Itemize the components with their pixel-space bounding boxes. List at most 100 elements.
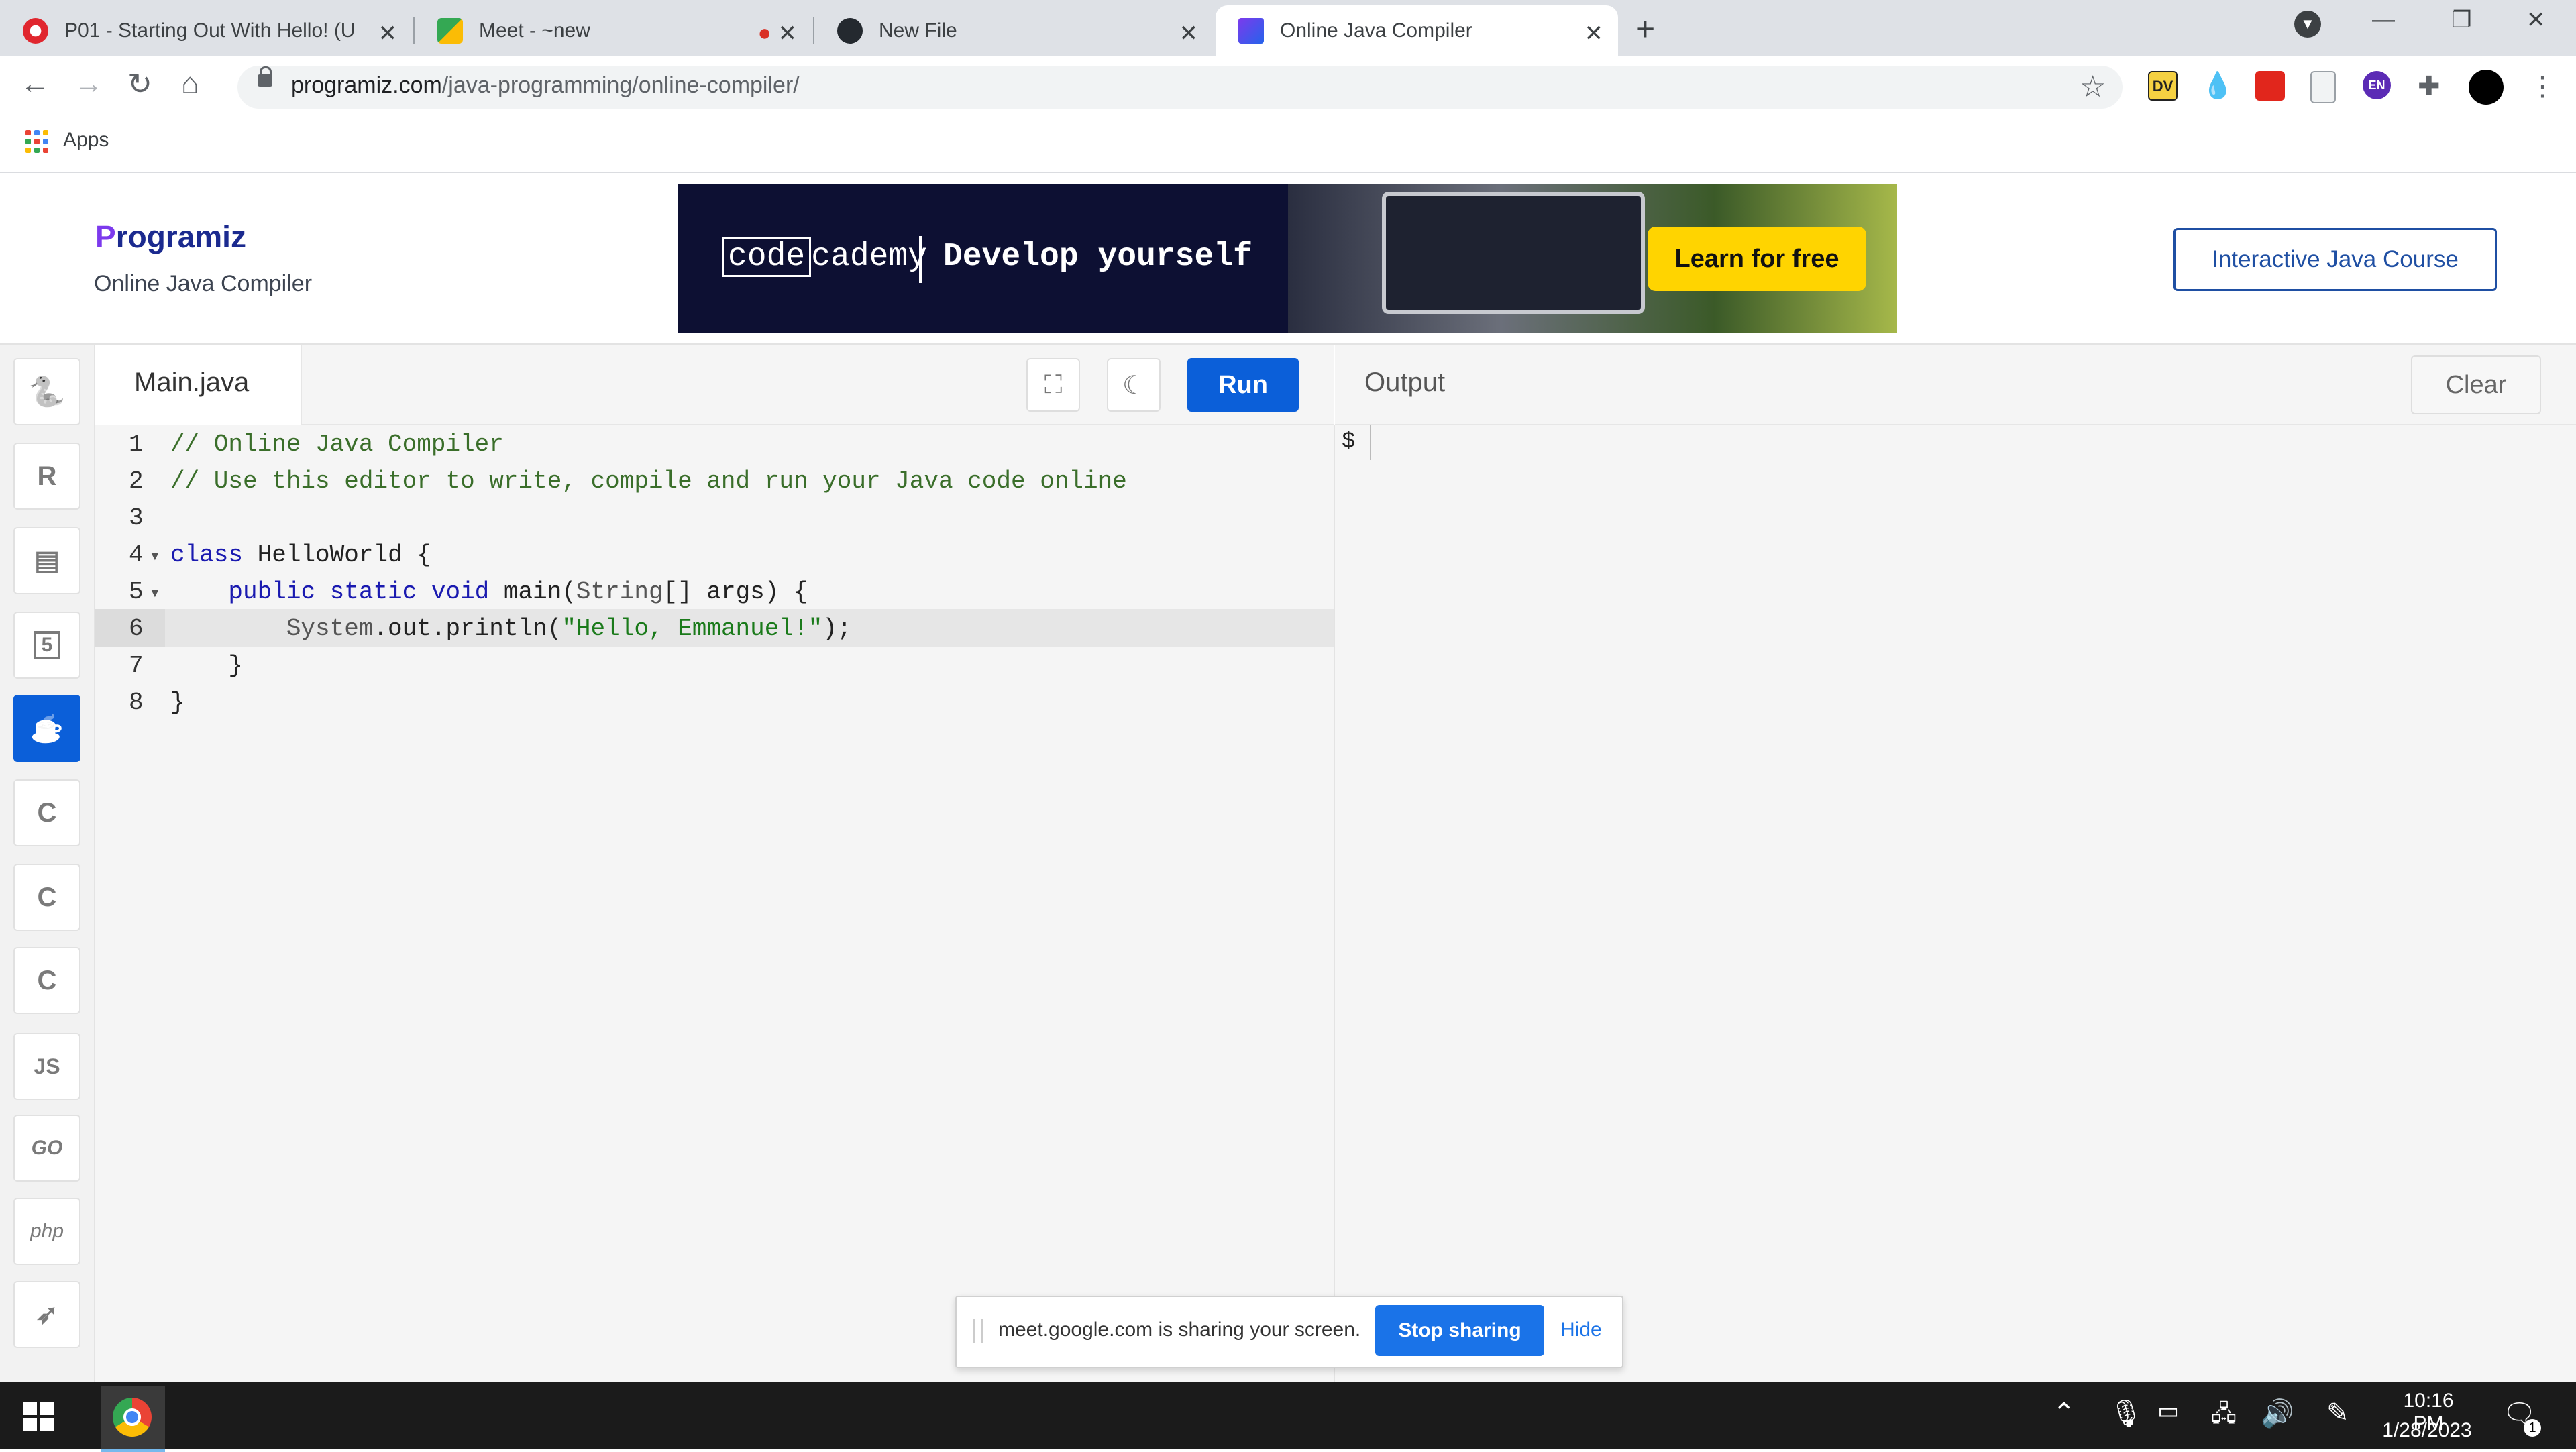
code-token: );	[822, 615, 852, 643]
tab-coursera[interactable]: P01 - Starting Out With Hello! (U ✕	[0, 5, 412, 56]
interactive-course-button[interactable]: Interactive Java Course	[2174, 228, 2497, 291]
new-tab-icon[interactable]: +	[1635, 9, 1655, 48]
url-text[interactable]: programiz.com/java-programming/online-co…	[291, 72, 800, 99]
tab-title: New File	[879, 19, 957, 42]
tab-title: Meet - ~new	[479, 19, 590, 42]
code-token: [] args) {	[663, 578, 808, 606]
clear-button[interactable]: Clear	[2411, 355, 2541, 414]
fullscreen-button[interactable]: ⛶	[1026, 358, 1080, 412]
lang-c[interactable]: C	[13, 779, 80, 846]
home-icon[interactable]: ⌂	[181, 67, 199, 101]
close-tab-icon[interactable]: ✕	[778, 20, 798, 47]
tab-github[interactable]: New File ✕	[814, 5, 1213, 56]
extensions-puzzle-icon[interactable]: ✚	[2418, 71, 2447, 101]
logo-letter: P	[95, 219, 116, 254]
code-token: .out.println(	[373, 615, 562, 643]
console-prompt: $	[1342, 429, 1356, 455]
back-icon[interactable]: ←	[20, 67, 50, 101]
run-button[interactable]: Run	[1187, 358, 1299, 412]
battery-icon[interactable]: ▭	[2157, 1398, 2179, 1425]
close-window-icon[interactable]: ✕	[2526, 7, 2546, 34]
code-line[interactable]: System.out.println("Hello, Emmanuel!");	[170, 615, 852, 643]
ad-cta-button[interactable]: Learn for free	[1648, 227, 1866, 291]
close-tab-icon[interactable]: ✕	[1179, 20, 1199, 47]
pen-icon[interactable]: ✎	[2326, 1398, 2349, 1429]
close-tab-icon[interactable]: ✕	[1585, 20, 1604, 47]
dark-mode-button[interactable]: ☾	[1107, 358, 1161, 412]
github-icon	[837, 18, 863, 44]
extension-drop-icon[interactable]: 💧	[2202, 71, 2233, 101]
lang-r[interactable]: R	[13, 443, 80, 510]
extension-dv-icon[interactable]: DV	[2148, 71, 2178, 101]
tab-meet[interactable]: Meet - ~new ● ✕	[415, 5, 812, 56]
lang-python[interactable]: 🐍	[13, 358, 80, 425]
tab-online-java-compiler[interactable]: Online Java Compiler ✕	[1216, 5, 1618, 56]
ad-divider	[919, 236, 922, 283]
moon-icon: ☾	[1122, 371, 1146, 400]
fullscreen-icon: ⛶	[1044, 370, 1063, 399]
fold-arrow-icon[interactable]: ▼	[149, 549, 161, 563]
forward-icon[interactable]: →	[74, 67, 103, 101]
code-token: class	[170, 541, 244, 569]
output-header	[1335, 345, 2576, 425]
extension-mendeley-icon[interactable]	[2255, 71, 2285, 101]
lang-html[interactable]: 5	[13, 612, 80, 679]
lang-sql[interactable]: ▤	[13, 527, 80, 594]
file-tab-label: Main.java	[134, 368, 250, 397]
code-line[interactable]: }	[170, 689, 185, 716]
microphone-icon[interactable]: 🎙	[2109, 1398, 2143, 1429]
line-number: 8	[129, 689, 144, 716]
tab-title: Online Java Compiler	[1280, 19, 1472, 42]
minimize-icon[interactable]: —	[2372, 7, 2395, 33]
code-line[interactable]: }	[170, 652, 243, 679]
code-line[interactable]: // Use this editor to write, compile and…	[170, 467, 1127, 495]
code-token: // Use this editor to write, compile and…	[170, 467, 1127, 495]
sharing-message: meet.google.com is sharing your screen.	[998, 1319, 1361, 1341]
apps-bookmark[interactable]: Apps	[63, 129, 109, 152]
ad-tagline: Develop yourself	[943, 239, 1252, 275]
code-token: String	[576, 578, 663, 606]
code-line[interactable]: class HelloWorld {	[170, 541, 431, 569]
ad-logo-cademy: cademy	[811, 239, 928, 275]
apps-grid-icon[interactable]	[25, 130, 50, 154]
lang-csharp[interactable]: C	[13, 947, 80, 1014]
volume-icon[interactable]: 🔊	[2261, 1398, 2294, 1429]
notification-count-badge: 1	[2524, 1419, 2541, 1437]
network-icon[interactable]: 🖧	[2211, 1398, 2237, 1436]
show-hidden-icons-icon[interactable]: ⌃	[2053, 1398, 2076, 1429]
lang-java[interactable]: ☕	[13, 695, 80, 762]
restore-icon[interactable]: ❐	[2451, 7, 2471, 34]
csharp-icon: C	[37, 965, 57, 995]
windows-start-icon[interactable]	[23, 1402, 54, 1431]
profile-dropdown-icon[interactable]: ▼	[2294, 11, 2321, 38]
lock-icon[interactable]	[258, 66, 272, 87]
extension-document-icon[interactable]	[2310, 71, 2336, 103]
stop-sharing-button[interactable]: Stop sharing	[1375, 1305, 1544, 1356]
bookmark-star-icon[interactable]: ☆	[2080, 70, 2106, 104]
coursera-icon	[23, 18, 48, 44]
lang-swift[interactable]: ➶	[13, 1281, 80, 1348]
console-cursor	[1370, 425, 1371, 460]
clock-date[interactable]: 1/28/2023	[2380, 1419, 2474, 1442]
code-line[interactable]: public static void main(String[] args) {	[170, 578, 808, 606]
lang-javascript[interactable]: JS	[13, 1033, 80, 1100]
output-console[interactable]	[1335, 425, 2576, 1382]
fold-arrow-icon[interactable]: ▼	[149, 586, 161, 600]
browser-menu-icon[interactable]: ⋮	[2529, 71, 2559, 101]
code-line[interactable]: // Online Java Compiler	[170, 431, 504, 458]
close-tab-icon[interactable]: ✕	[378, 20, 398, 47]
reload-icon[interactable]: ↻	[127, 67, 152, 101]
hide-button[interactable]: Hide	[1560, 1319, 1602, 1341]
drag-handle-icon[interactable]	[973, 1319, 983, 1343]
extension-en-icon[interactable]: EN	[2363, 71, 2391, 99]
java-icon: ☕	[30, 714, 64, 744]
lang-cpp[interactable]: C	[13, 864, 80, 931]
lang-php[interactable]: php	[13, 1198, 80, 1265]
output-title: Output	[1364, 368, 1446, 397]
logo-text: rogramiz	[115, 219, 246, 254]
lang-go[interactable]: GO	[13, 1115, 80, 1182]
programiz-logo[interactable]: Programiz	[95, 219, 246, 255]
avatar[interactable]	[2469, 70, 2504, 105]
